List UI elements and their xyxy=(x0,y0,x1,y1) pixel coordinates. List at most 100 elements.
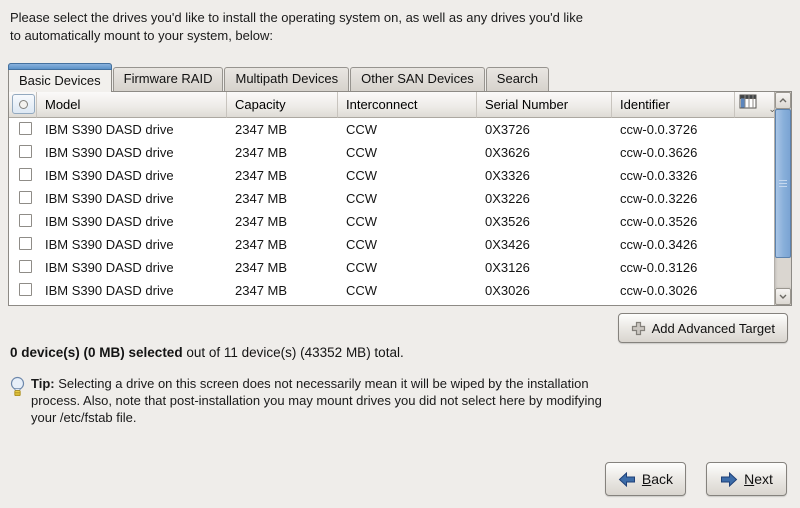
column-header-identifier[interactable]: Identifier xyxy=(612,92,735,118)
chevron-down-icon xyxy=(779,294,787,299)
cell-model: IBM S390 DASD drive xyxy=(37,256,227,279)
column-header-interconnect[interactable]: Interconnect xyxy=(338,92,477,118)
tab-bar: Basic Devices Firmware RAID Multipath Devi… xyxy=(8,62,792,91)
cell-model: IBM S390 DASD drive xyxy=(37,164,227,187)
cell-identifier: ccw-0.0.3526 xyxy=(612,210,735,233)
cell-interconnect: CCW xyxy=(338,164,477,187)
add-advanced-target-button[interactable]: Add Advanced Target xyxy=(618,313,788,343)
select-all-circle-icon xyxy=(19,100,28,109)
column-header-model[interactable]: Model xyxy=(37,92,227,118)
cell-serial-number: 0X3226 xyxy=(477,187,612,210)
scrollbar-grip xyxy=(779,178,787,189)
cell-serial-number: 0X3426 xyxy=(477,233,612,256)
cell-serial-number: 0X3326 xyxy=(477,164,612,187)
row-checkbox[interactable] xyxy=(19,122,32,135)
cell-capacity: 2347 MB xyxy=(227,233,338,256)
table-row[interactable]: IBM S390 DASD drive2347 MBCCW0X3726ccw-0… xyxy=(9,118,774,141)
device-table: Model Capacity Interconnect Serial Numbe… xyxy=(9,92,774,305)
row-checkbox-cell xyxy=(9,187,37,210)
lightbulb-icon xyxy=(9,376,26,400)
table-columns-icon: ⌄ xyxy=(739,94,774,110)
cell-interconnect: CCW xyxy=(338,233,477,256)
cell-model: IBM S390 DASD drive xyxy=(37,118,227,141)
columns-config-header[interactable]: ⌄ xyxy=(735,92,774,118)
row-checkbox[interactable] xyxy=(19,214,32,227)
instructions-text: Please select the drives you'd like to i… xyxy=(10,9,594,45)
table-row[interactable]: IBM S390 DASD drive2347 MBCCW0X3226ccw-0… xyxy=(9,187,774,210)
selection-status-total: out of 11 device(s) (43352 MB) total. xyxy=(186,345,403,360)
row-checkbox[interactable] xyxy=(19,145,32,158)
tab-basic-devices[interactable]: Basic Devices xyxy=(8,63,112,92)
cell-interconnect: CCW xyxy=(338,210,477,233)
device-list-panel: Model Capacity Interconnect Serial Numbe… xyxy=(8,91,792,306)
cell-spacer xyxy=(735,210,774,233)
cell-identifier: ccw-0.0.3326 xyxy=(612,164,735,187)
cell-interconnect: CCW xyxy=(338,256,477,279)
plus-icon xyxy=(631,321,646,336)
row-checkbox-cell xyxy=(9,233,37,256)
row-checkbox-cell xyxy=(9,164,37,187)
tab-other-san-devices[interactable]: Other SAN Devices xyxy=(350,67,485,91)
scroll-up-button[interactable] xyxy=(775,92,791,109)
selection-status: 0 device(s) (0 MB) selected out of 11 de… xyxy=(10,345,404,360)
tab-multipath-devices[interactable]: Multipath Devices xyxy=(224,67,349,91)
cell-serial-number: 0X3026 xyxy=(477,279,612,302)
cell-serial-number: 0X3126 xyxy=(477,256,612,279)
row-checkbox[interactable] xyxy=(19,191,32,204)
cell-interconnect: CCW xyxy=(338,118,477,141)
scroll-down-button[interactable] xyxy=(775,288,791,305)
cell-model: IBM S390 DASD drive xyxy=(37,210,227,233)
cell-interconnect: CCW xyxy=(338,187,477,210)
cell-capacity: 2347 MB xyxy=(227,279,338,302)
table-row[interactable]: IBM S390 DASD drive2347 MBCCW0X3526ccw-0… xyxy=(9,210,774,233)
cell-spacer xyxy=(735,233,774,256)
cell-interconnect: CCW xyxy=(338,279,477,302)
column-header-serial-number[interactable]: Serial Number xyxy=(477,92,612,118)
device-table-header: Model Capacity Interconnect Serial Numbe… xyxy=(9,92,774,118)
scrollbar-track[interactable] xyxy=(775,109,791,288)
next-button-label: Next xyxy=(744,471,773,487)
cell-identifier: ccw-0.0.3726 xyxy=(612,118,735,141)
tab-label: Basic Devices xyxy=(19,73,101,88)
next-button[interactable]: Next xyxy=(706,462,787,496)
select-all-button[interactable] xyxy=(12,94,35,114)
cell-spacer xyxy=(735,279,774,302)
tab-search[interactable]: Search xyxy=(486,67,549,91)
row-checkbox[interactable] xyxy=(19,168,32,181)
row-checkbox[interactable] xyxy=(19,283,32,296)
cell-model: IBM S390 DASD drive xyxy=(37,187,227,210)
back-button[interactable]: Back xyxy=(605,462,686,496)
tab-label: Multipath Devices xyxy=(235,71,338,86)
tab-firmware-raid[interactable]: Firmware RAID xyxy=(113,67,224,91)
cell-capacity: 2347 MB xyxy=(227,256,338,279)
table-row[interactable]: IBM S390 DASD drive2347 MBCCW0X3126ccw-0… xyxy=(9,256,774,279)
cell-capacity: 2347 MB xyxy=(227,118,338,141)
tip-label: Tip: xyxy=(31,376,55,391)
tip-text: Tip: Selecting a drive on this screen do… xyxy=(31,375,623,426)
row-checkbox[interactable] xyxy=(19,260,32,273)
row-checkbox-cell xyxy=(9,210,37,233)
cell-identifier: ccw-0.0.3126 xyxy=(612,256,735,279)
select-all-header[interactable] xyxy=(9,92,37,118)
cell-spacer xyxy=(735,256,774,279)
selection-status-selected: 0 device(s) (0 MB) selected xyxy=(10,345,183,360)
table-row[interactable]: IBM S390 DASD drive2347 MBCCW0X3026ccw-0… xyxy=(9,279,774,302)
tab-label: Other SAN Devices xyxy=(361,71,474,86)
table-row[interactable]: IBM S390 DASD drive2347 MBCCW0X3426ccw-0… xyxy=(9,233,774,256)
cell-spacer xyxy=(735,141,774,164)
cell-serial-number: 0X3726 xyxy=(477,118,612,141)
row-checkbox[interactable] xyxy=(19,237,32,250)
tip-body: Selecting a drive on this screen does no… xyxy=(31,376,602,425)
device-table-body: IBM S390 DASD drive2347 MBCCW0X3726ccw-0… xyxy=(9,118,774,305)
tip-section: Tip: Selecting a drive on this screen do… xyxy=(9,375,623,426)
vertical-scrollbar[interactable] xyxy=(774,92,791,305)
cell-model: IBM S390 DASD drive xyxy=(37,233,227,256)
row-checkbox-cell xyxy=(9,141,37,164)
table-row[interactable]: IBM S390 DASD drive2347 MBCCW0X3626ccw-0… xyxy=(9,141,774,164)
arrow-right-icon xyxy=(720,472,738,487)
table-row[interactable]: IBM S390 DASD drive2347 MBCCW0X3326ccw-0… xyxy=(9,164,774,187)
column-header-capacity[interactable]: Capacity xyxy=(227,92,338,118)
scrollbar-thumb[interactable] xyxy=(775,109,791,258)
tab-label: Firmware RAID xyxy=(124,71,213,86)
cell-capacity: 2347 MB xyxy=(227,187,338,210)
